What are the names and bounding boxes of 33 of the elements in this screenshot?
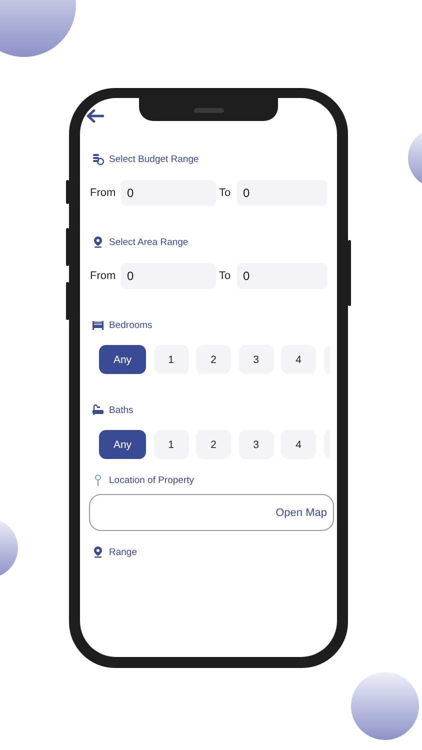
option-chip[interactable]: 1 [154,430,188,459]
back-arrow-icon[interactable] [86,109,104,123]
section-title: Location of Property [109,474,194,486]
input-field[interactable]: 0 [121,180,216,206]
option-chip[interactable]: 4 [281,345,316,374]
to-label: To [219,187,231,199]
from-label: From [90,187,117,199]
option-chip[interactable]: Any [99,345,146,374]
option-chip[interactable]: 4 [281,430,316,459]
section-title: Select Area Range [109,236,188,248]
to-label: To [219,270,231,282]
option-chip[interactable]: 3 [238,345,274,374]
location-field[interactable]: Open Map [89,494,334,531]
section-title: Baths [109,404,134,416]
section-title: Bedrooms [109,320,152,330]
option-chip[interactable]: 2 [196,345,231,374]
open-map-link[interactable]: Open Map [276,506,327,518]
option-chip[interactable]: Any [99,430,146,459]
map-pin-icon [92,474,104,486]
section-title: Range [109,546,137,558]
location-pin-icon [92,236,104,248]
option-chip[interactable]: 3 [238,430,274,459]
input-field[interactable]: 0 [237,263,327,289]
bathtub-icon [92,404,104,416]
bed-icon [92,319,104,331]
location-pin-icon [92,546,104,558]
input-field[interactable]: 0 [121,263,216,289]
input-field[interactable]: 0 [237,180,327,206]
option-chip[interactable]: 1 [154,345,188,374]
option-chip[interactable]: 2 [196,430,231,459]
from-label: From [90,270,117,282]
coins-icon [92,153,104,165]
section-title: Select Budget Range [109,154,199,164]
